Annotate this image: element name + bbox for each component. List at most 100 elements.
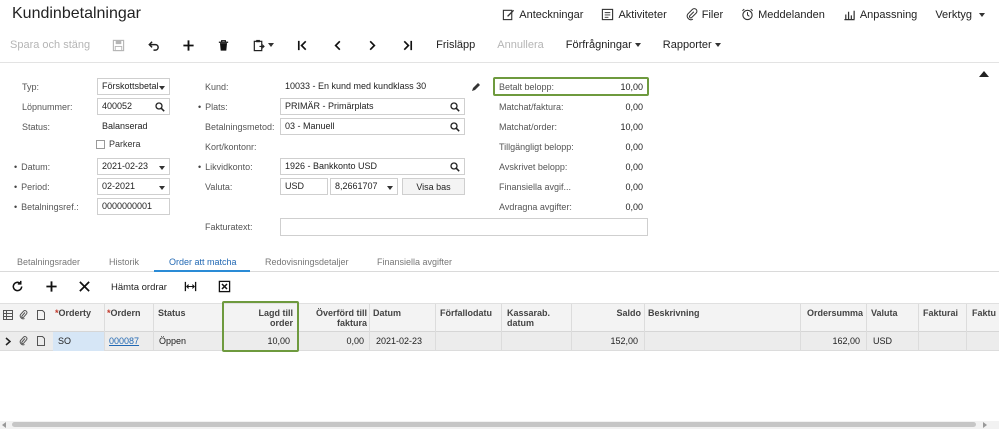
add-button[interactable] [182, 39, 195, 52]
park-checkbox[interactable] [96, 140, 105, 149]
excel-export-icon [218, 280, 231, 293]
save-close-button[interactable]: Spara och stäng [10, 39, 90, 51]
reminders-button[interactable]: Meddelanden [741, 8, 825, 21]
header-transferred-to-invoice[interactable]: Överförd till faktura [302, 308, 367, 328]
collapse-arrow-icon[interactable] [979, 71, 989, 77]
pencil-icon[interactable] [471, 82, 481, 92]
first-record-button[interactable] [296, 39, 309, 52]
tab-orders-to-match[interactable]: Order att matcha [169, 257, 237, 267]
column-divider [571, 304, 572, 333]
invoice-text-field[interactable] [280, 218, 648, 236]
date-field[interactable]: 2021-02-23 [97, 158, 170, 175]
tab-accounting-details[interactable]: Redovisningsdetaljer [265, 257, 349, 267]
deducted-fees-value: 0,00 [625, 202, 643, 212]
header-description[interactable]: Beskrivning [648, 308, 738, 318]
customer-field[interactable]: 10033 - En kund med kundklass 30 [280, 78, 465, 95]
search-icon[interactable] [450, 122, 460, 132]
cancel-button[interactable]: Annullera [497, 39, 543, 51]
tab-financial-fees[interactable]: Finansiella avgifter [377, 257, 452, 267]
header-due-date[interactable]: Förfallodatu [440, 308, 497, 318]
customization-button[interactable]: Anpassning [843, 8, 917, 21]
refresh-icon [12, 280, 23, 292]
header-status[interactable]: Status [158, 308, 218, 318]
paperclip-icon[interactable] [19, 336, 28, 346]
chart-customize-icon [844, 10, 855, 21]
cell-order-number-link[interactable]: 000087 [109, 336, 139, 346]
currency-field[interactable]: USD [280, 178, 328, 195]
header-invoice-1[interactable]: Fakturai [923, 308, 963, 318]
delete-row-button[interactable] [78, 280, 91, 296]
chevron-down-icon [268, 43, 275, 47]
tools-menu[interactable]: Verktyg [935, 8, 985, 21]
notes-button[interactable]: Anteckningar [502, 8, 583, 21]
scroll-right-icon[interactable] [983, 422, 987, 428]
location-field[interactable]: PRIMÄR - Primärplats [280, 98, 465, 115]
refresh-button[interactable] [11, 280, 24, 296]
activities-button[interactable]: Aktiviteter [601, 8, 667, 21]
last-record-button[interactable] [401, 39, 414, 52]
table-row[interactable]: SO 000087 Öppen 10,00 0,00 2021-02-23 15… [0, 332, 999, 351]
fit-columns-button[interactable] [184, 280, 197, 296]
financial-fees-label: Finansiella avgif... [499, 182, 572, 192]
search-icon[interactable] [450, 102, 460, 112]
type-select[interactable]: Förskottsbetal [97, 78, 170, 95]
column-divider [501, 304, 502, 333]
grid-settings-icon[interactable] [3, 310, 13, 320]
header-currency[interactable]: Valuta [871, 308, 917, 318]
type-label: Typ: [22, 82, 40, 92]
financial-fees-value: 0,00 [625, 182, 643, 192]
payment-ref-field[interactable]: 0000000001 [97, 198, 170, 215]
header-invoice-2[interactable]: Faktu [972, 308, 999, 318]
header-ordertype[interactable]: *Ordertу [55, 308, 97, 318]
export-excel-button[interactable] [218, 280, 231, 296]
search-icon[interactable] [155, 102, 165, 112]
chevron-down-icon [159, 86, 165, 90]
payment-ref-label: • Betalningsref.: [14, 202, 79, 212]
tab-history[interactable]: Historik [109, 257, 139, 267]
header-order-total[interactable]: Ordersumma [803, 308, 863, 318]
copy-paste-menu[interactable] [252, 39, 275, 52]
delete-button[interactable] [217, 39, 230, 52]
column-divider [435, 332, 436, 351]
inquiries-menu[interactable]: Förfrågningar [566, 39, 641, 51]
header-balance[interactable]: Saldo [575, 308, 641, 318]
scroll-left-icon[interactable] [2, 422, 6, 428]
chevron-down-icon [979, 12, 985, 17]
undo-button[interactable] [147, 39, 160, 52]
show-base-button[interactable]: Visa bas [402, 178, 465, 195]
horizontal-scrollbar[interactable] [0, 421, 999, 429]
search-icon[interactable] [450, 162, 460, 172]
files-button[interactable]: Filer [685, 8, 723, 21]
required-marker: • [14, 162, 18, 172]
column-divider [644, 304, 645, 333]
column-divider [369, 304, 370, 333]
period-field[interactable]: 02-2021 [97, 178, 170, 195]
paid-amount-value[interactable]: 10,00 [583, 82, 643, 92]
cell-ordertype[interactable]: SO [58, 336, 71, 346]
reference-number-field[interactable]: 400052 [97, 98, 170, 115]
payment-method-field[interactable]: 03 - Manuell [280, 118, 465, 135]
row-pointer-icon [5, 337, 11, 346]
header-order-number[interactable]: *Ordern [107, 308, 152, 318]
currency-label: Valuta: [205, 182, 233, 192]
plus-icon [183, 39, 194, 51]
reports-menu[interactable]: Rapporter [663, 39, 721, 51]
tab-payment-lines[interactable]: Betalningsrader [17, 257, 80, 267]
header-cash-discount-date[interactable]: Kassarab. datum [507, 308, 567, 328]
scrollbar-thumb[interactable] [12, 422, 976, 427]
previous-record-button[interactable] [331, 39, 344, 52]
release-button[interactable]: Frisläpp [436, 39, 475, 51]
header-date[interactable]: Datum [373, 308, 433, 318]
undo-icon [148, 40, 159, 51]
cell-currency: USD [873, 336, 893, 346]
next-record-button[interactable] [366, 39, 379, 52]
note-icon[interactable] [37, 336, 45, 346]
cash-account-field[interactable]: 1926 - Bankkonto USD [280, 158, 465, 175]
add-row-button[interactable] [45, 280, 58, 296]
trash-icon [218, 39, 229, 51]
grid-header: *Ordertу *Ordern Status Lagd till order Ö… [0, 303, 999, 333]
note-icon [37, 310, 45, 320]
fetch-orders-button[interactable]: Hämta ordrar [111, 282, 167, 293]
exchange-rate-field[interactable]: 8,2661707 [330, 178, 398, 195]
save-button[interactable] [112, 39, 125, 52]
